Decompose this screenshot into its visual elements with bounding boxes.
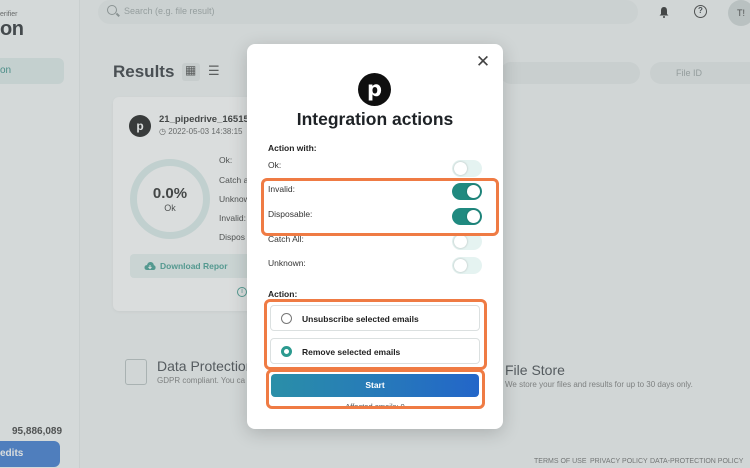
toggle-label-invalid: Invalid: [268, 184, 295, 194]
action-heading: Action: [268, 289, 298, 299]
toggle-label-disposable: Disposable: [268, 209, 313, 219]
toggle-disposable[interactable] [452, 208, 482, 225]
toggle-knob [467, 210, 480, 223]
toggle-label-unknown: Unknown: [268, 258, 306, 268]
option-remove[interactable]: Remove selected emails [270, 338, 480, 364]
toggle-knob [467, 185, 480, 198]
option-unsubscribe-label: Unsubscribe selected emails [302, 314, 419, 324]
toggle-catch-all[interactable] [452, 233, 482, 250]
pipedrive-logo: p [358, 73, 391, 106]
toggle-unknown[interactable] [452, 257, 482, 274]
toggle-knob [454, 162, 467, 175]
integration-actions-dialog: ✕ p Integration actions Action with: Ok:… [247, 44, 503, 429]
option-unsubscribe[interactable]: Unsubscribe selected emails [270, 305, 480, 331]
toggle-knob [454, 259, 467, 272]
toggle-label-catch-all: Catch All: [268, 234, 304, 244]
toggle-ok[interactable] [452, 160, 482, 177]
pipedrive-logo-letter: p [366, 77, 383, 101]
radio-unsubscribe[interactable] [281, 313, 292, 324]
affected-emails-count: Affected emails: 0 [345, 402, 405, 411]
action-with-heading: Action with: [268, 143, 317, 153]
toggle-knob [454, 235, 467, 248]
toggle-invalid[interactable] [452, 183, 482, 200]
option-remove-label: Remove selected emails [302, 347, 401, 357]
toggle-label-ok: Ok: [268, 160, 282, 170]
start-button[interactable]: Start [271, 374, 479, 397]
dialog-title: Integration actions [296, 109, 454, 129]
radio-remove[interactable] [281, 346, 292, 357]
close-icon[interactable]: ✕ [475, 53, 491, 70]
